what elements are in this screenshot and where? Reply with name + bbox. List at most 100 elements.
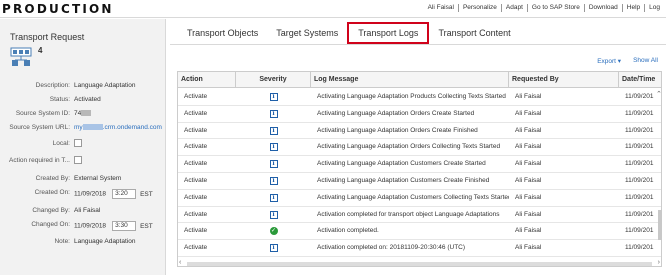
table-row[interactable]: Activate i Activating Language Adaptation … xyxy=(178,123,661,140)
scroll-thumb-horizontal[interactable] xyxy=(187,262,652,266)
cell-severity: ✓ xyxy=(236,223,311,239)
header-action[interactable]: Action xyxy=(178,72,236,88)
header-requested-by[interactable]: Requested By xyxy=(509,72,619,88)
table-row[interactable]: Activate i Activation completed for transp… xyxy=(178,207,661,224)
tab-transport-content[interactable]: Transport Content xyxy=(429,22,519,44)
source-url-link[interactable]: my .crm.ondemand.com xyxy=(74,124,162,131)
description-value: Language Adaptation xyxy=(74,82,136,89)
source-url-row: Source System URL: my .crm.ondemand.com xyxy=(0,123,166,135)
cell-requested-by: Ali Faisal xyxy=(515,210,542,218)
cell-log-message: Activating Language Adaptation Customers… xyxy=(317,160,486,168)
header-date-time[interactable]: Date/Time xyxy=(619,72,661,88)
created-by-label: Created By: xyxy=(35,175,70,182)
changed-on-value: 11/09/2018 3:30 EST xyxy=(74,221,153,231)
table-row[interactable]: Activate i Activating Language Adaptation … xyxy=(178,190,661,207)
local-label: Local: xyxy=(52,140,70,147)
scroll-right-icon[interactable]: › xyxy=(658,259,660,266)
header-log-message[interactable]: Log Message xyxy=(311,72,509,88)
cell-severity: i xyxy=(236,89,311,105)
cell-log-message: Activating Language Adaptation Customers… xyxy=(317,193,509,201)
local-checkbox[interactable] xyxy=(74,139,82,147)
cell-requested-by: Ali Faisal xyxy=(515,143,542,151)
help-link[interactable]: Help xyxy=(621,4,644,12)
source-id-row: Source System ID: 74 xyxy=(0,109,166,121)
changed-on-time: 3:30 xyxy=(112,221,137,231)
download-link[interactable]: Download xyxy=(583,4,622,12)
sap-store-link[interactable]: Go to SAP Store xyxy=(526,4,584,12)
transport-request-icon xyxy=(10,47,32,66)
object-header-panel: Transport Request 4 Description: Languag… xyxy=(0,19,166,275)
changed-by-value: Ali Faisal xyxy=(74,207,101,214)
export-button[interactable]: Export ▾ xyxy=(597,57,621,65)
cell-severity: i xyxy=(236,123,311,139)
description-label: Description: xyxy=(35,82,70,89)
redacted-mask xyxy=(81,110,92,117)
table-row[interactable]: Activate i Activating Language Adaptation … xyxy=(178,89,661,106)
status-value: Activated xyxy=(74,96,101,103)
note-label: Note: xyxy=(54,238,70,245)
note-row: Note: Language Adaptation xyxy=(0,237,166,249)
brand-title: PRODUCTION xyxy=(2,2,114,16)
source-id-value: 74 xyxy=(74,110,92,117)
changed-on-date: 11/09/2018 xyxy=(74,222,107,230)
info-icon: i xyxy=(269,210,278,219)
scroll-left-icon[interactable]: ‹ xyxy=(179,259,181,266)
tab-target-systems[interactable]: Target Systems xyxy=(267,22,347,44)
info-icon: i xyxy=(269,126,278,135)
cell-action: Activate xyxy=(184,143,208,151)
cell-action: Activate xyxy=(184,109,208,117)
cell-log-message: Activating Language Adaptation Orders Cr… xyxy=(317,126,478,134)
cell-action: Activate xyxy=(184,244,208,252)
cell-severity: i xyxy=(236,106,311,122)
info-icon: i xyxy=(269,93,278,101)
cell-severity: i xyxy=(236,139,311,155)
created-on-label: Created On: xyxy=(34,189,70,196)
cell-requested-by: Ali Faisal xyxy=(515,109,542,117)
info-icon: i xyxy=(269,177,278,185)
scroll-thumb[interactable] xyxy=(658,210,662,240)
show-all-button[interactable]: Show All xyxy=(633,57,658,65)
scroll-up-icon[interactable]: ⌃ xyxy=(656,90,662,98)
source-url-value[interactable]: my .crm.ondemand.com xyxy=(74,124,162,131)
top-bar: PRODUCTION Ali Faisal Personalize Adapt … xyxy=(0,0,666,18)
horizontal-scrollbar[interactable]: ‹ › xyxy=(177,259,662,268)
table-row[interactable]: Activate ✓ Activation completed. Ali Faisal… xyxy=(178,223,661,241)
cell-requested-by: Ali Faisal xyxy=(515,93,542,100)
cell-severity: i xyxy=(236,173,311,189)
table-header: Action Severity Log Message Requested By… xyxy=(178,72,661,88)
created-on-time: 3:20 xyxy=(112,189,137,199)
top-links: Ali Faisal Personalize Adapt Go to SAP S… xyxy=(424,4,664,12)
vertical-scrollbar[interactable]: ⌃ xyxy=(656,90,664,255)
table-row[interactable]: Activate i Activating Language Adaptation … xyxy=(178,106,661,123)
cell-log-message: Activation completed. xyxy=(317,227,379,235)
changed-by-row: Changed By: Ali Faisal xyxy=(0,206,166,218)
user-link[interactable]: Ali Faisal xyxy=(424,4,458,12)
status-label: Status: xyxy=(49,96,70,103)
action-required-checkbox[interactable] xyxy=(74,156,82,164)
cell-log-message: Activating Language Adaptation Products … xyxy=(317,93,506,100)
cell-log-message: Activation completed on: 20181109-20:30:… xyxy=(317,244,466,252)
logoff-link[interactable]: Log xyxy=(644,4,664,12)
info-icon: i xyxy=(269,244,278,253)
cell-log-message: Activating Language Adaptation Orders Co… xyxy=(317,143,501,151)
info-icon: i xyxy=(269,193,278,202)
cell-requested-by: Ali Faisal xyxy=(515,160,542,168)
table-row[interactable]: Activate i Activating Language Adaptation … xyxy=(178,173,661,190)
log-table: Action Severity Log Message Requested By… xyxy=(177,71,662,267)
cell-log-message: Activation completed for transport objec… xyxy=(317,210,500,218)
action-required-row: Action required in T... xyxy=(0,156,166,168)
created-on-row: Created On: 11/09/2018 3:20 EST xyxy=(0,188,166,200)
table-row[interactable]: Activate i Activating Language Adaptation … xyxy=(178,139,661,157)
local-row: Local: xyxy=(0,139,166,151)
cell-requested-by: Ali Faisal xyxy=(515,227,542,235)
tab-transport-logs[interactable]: Transport Logs xyxy=(347,22,430,44)
adapt-link[interactable]: Adapt xyxy=(500,4,527,12)
created-on-date: 11/09/2018 xyxy=(74,190,107,198)
created-by-row: Created By: External System xyxy=(0,174,166,186)
header-severity[interactable]: Severity xyxy=(236,72,311,88)
table-row[interactable]: Activate i Activation completed on: 201811… xyxy=(178,240,661,257)
personalize-link[interactable]: Personalize xyxy=(457,4,501,12)
tab-transport-objects[interactable]: Transport Objects xyxy=(178,22,267,44)
table-row[interactable]: Activate i Activating Language Adaptation … xyxy=(178,156,661,173)
cell-severity: i xyxy=(236,190,311,206)
